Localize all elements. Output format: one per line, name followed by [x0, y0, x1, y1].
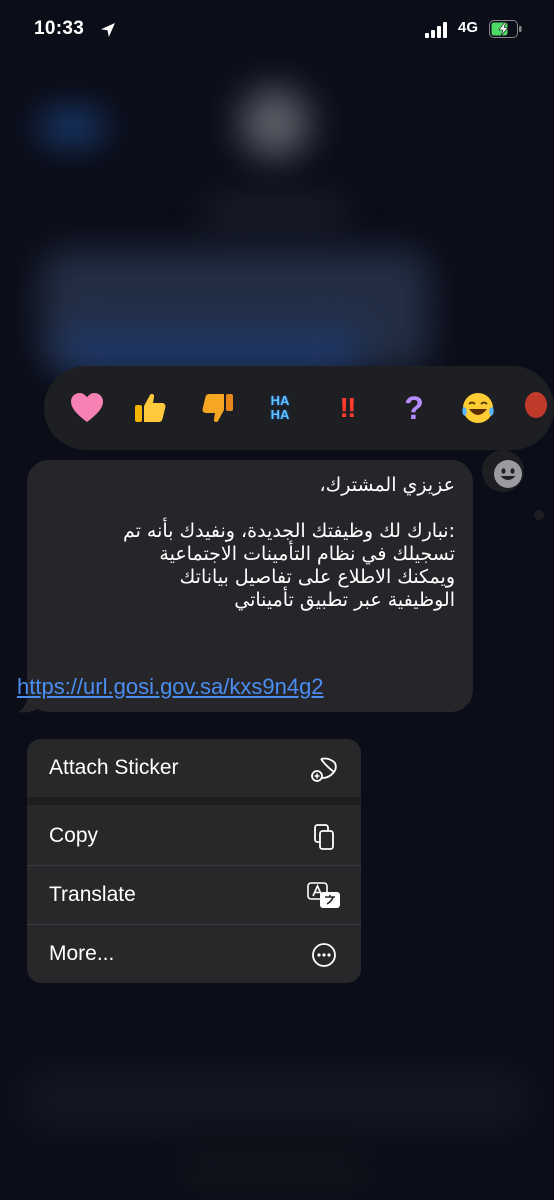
menu-item-copy[interactable]: Copy: [27, 807, 361, 865]
haha-reaction[interactable]: HA HA: [262, 390, 298, 426]
blurred-back-button: [40, 112, 104, 142]
location-arrow-icon: [101, 23, 115, 37]
emphasize-reaction[interactable]: ‼: [330, 390, 366, 426]
blurred-message-link: [60, 330, 360, 370]
laughing-tears-icon[interactable]: [460, 390, 496, 426]
copy-icon: [314, 824, 334, 850]
context-menu: Attach Sticker Copy Translate More...: [27, 739, 361, 983]
home-indicator: [180, 1165, 370, 1175]
heart-icon[interactable]: [69, 390, 105, 426]
menu-item-attach-sticker[interactable]: Attach Sticker: [27, 739, 361, 797]
thumbs-down-icon[interactable]: [200, 390, 236, 426]
smiley-face-icon[interactable]: [493, 459, 523, 489]
menu-item-label: Copy: [49, 824, 99, 847]
tapback-bubble-tail-small: [534, 510, 544, 520]
battery-charging-icon: [489, 20, 522, 38]
signal-bars-icon: [425, 22, 447, 38]
thumbs-up-icon[interactable]: [132, 390, 168, 426]
tapback-reactions-tray: HA HA ‼ ?: [44, 366, 554, 450]
menu-item-label: More...: [49, 942, 115, 965]
sticker-add-icon: [311, 757, 337, 782]
menu-item-more[interactable]: More...: [27, 925, 361, 983]
menu-item-label: Attach Sticker: [49, 756, 179, 779]
message-text: عزيزي المشترك، :نبارك لك وظيفتك الجديدة،…: [122, 474, 455, 611]
network-type: 4G: [458, 19, 479, 36]
question-reaction[interactable]: ?: [396, 390, 432, 426]
ellipsis-circle-icon: [312, 943, 336, 967]
message-link[interactable]: https://url.gosi.gov.sa/kxs9n4g2: [17, 674, 324, 700]
blurred-contact-name: [205, 200, 345, 226]
blurred-input-bar: [20, 1070, 530, 1130]
blurred-contact-avatar: [240, 88, 310, 158]
status-time: 10:33: [34, 18, 85, 39]
menu-section-divider: [27, 797, 361, 805]
menu-item-label: Translate: [49, 883, 136, 906]
menu-item-translate[interactable]: Translate: [27, 866, 361, 924]
balloon-icon[interactable]: [518, 390, 554, 426]
translate-icon: [307, 882, 340, 908]
status-bar: 10:33 4G: [0, 0, 554, 60]
